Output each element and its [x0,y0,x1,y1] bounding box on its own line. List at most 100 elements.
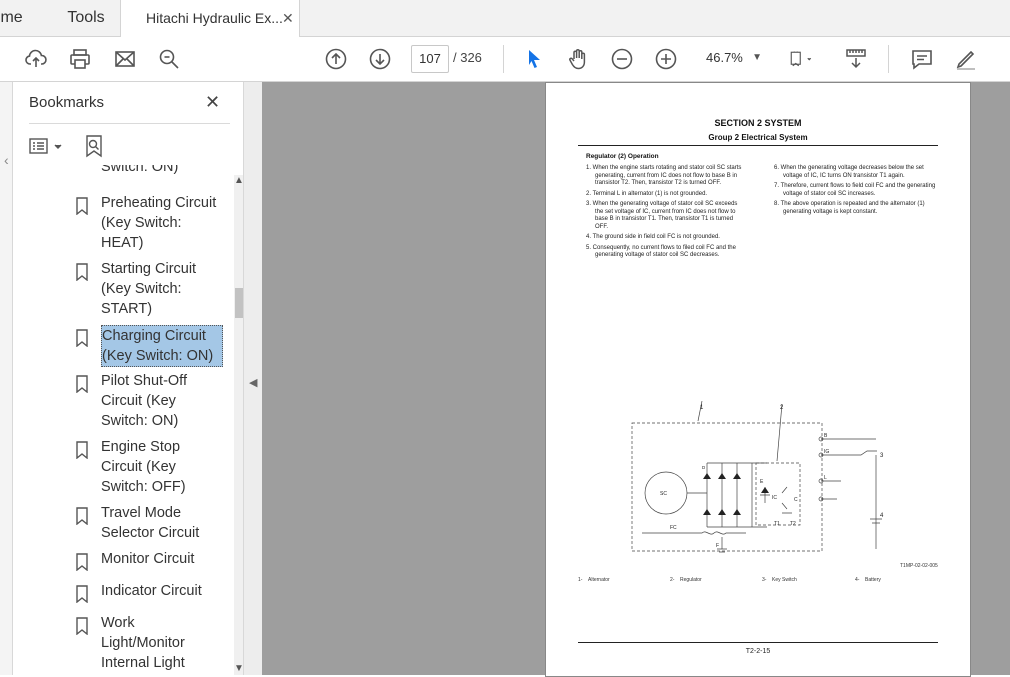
bookmark-label: Pilot Shut-Off Circuit (Key Switch: ON) [101,373,187,429]
label-l: L [824,475,827,481]
zoom-search-icon[interactable] [157,47,181,71]
bookmark-icon [76,617,88,635]
callout-1: 1 [700,405,704,411]
panel-collapse-strip[interactable]: ◀ [243,82,262,675]
toolbar-divider [888,45,889,73]
zoom-out-icon[interactable] [610,47,634,71]
bookmark-icon [76,263,88,281]
print-icon[interactable] [68,47,92,71]
bookmark-label: Starting Circuit (Key Switch: START) [101,261,197,317]
page-up-icon[interactable] [324,47,348,71]
legend-num: 2- [670,577,675,583]
main-toolbar: 107 / 326 46.7% ▼ [0,37,1010,82]
instruction-step: 6. When the generating voltage decreases… [774,165,924,179]
email-icon[interactable] [113,47,137,71]
chevron-down-icon: ▼ [752,52,762,63]
bookmark-icon [76,375,88,393]
tab-document[interactable]: Hitachi Hydraulic Ex... ✕ [120,0,300,37]
instruction-step: 2. Terminal L in alternator (1) is not g… [586,190,708,197]
select-cursor-icon[interactable] [522,47,546,71]
alternator-circuit-diagram: 1 2 3 4 SC FC B IG L IC T1 T2 E C F D [631,401,884,553]
label-ig: IG [824,449,829,455]
section-subtitle: Group 2 Electrical System [708,133,808,142]
label-t2: T2 [790,521,796,527]
toolbar-divider [503,45,504,73]
label-fc: FC [670,525,677,531]
section-title: SECTION 2 SYSTEM [714,118,802,128]
page-down-icon[interactable] [368,47,392,71]
label-f: F [716,543,719,549]
field-coil-fc [642,531,746,535]
label-sc: SC [660,491,667,497]
legend-item-2: 2- Regulator [670,577,702,583]
instruction-step: 3. When the generating voltage of stator… [586,201,738,230]
tab-home[interactable]: Home [0,0,50,36]
bookmarks-panel: Bookmarks ✕ Switch: ON) Preheating Circui… [13,82,244,675]
callout-4: 4 [880,513,884,519]
legend-num: 1- [578,577,583,583]
scroll-mode-icon[interactable] [844,47,868,71]
zoom-select[interactable]: 46.7% ▼ [698,45,766,71]
bookmark-icon [76,441,88,459]
bookmark-options-button[interactable] [29,136,65,156]
instruction-step: 5. Consequently, no current flows to fil… [586,244,736,259]
bookmark-label: Preheating Circuit (Key Switch: HEAT) [101,195,217,251]
page-total: / 326 [453,50,482,65]
page-number-input[interactable]: 107 [411,45,449,73]
legend-num: 4- [855,577,860,583]
footer-rule [578,642,938,643]
callout-3: 3 [880,453,884,459]
legend-text: Key Switch [772,577,797,583]
bookmark-icon [76,329,88,347]
page-fit-icon[interactable] [789,47,821,71]
find-bookmark-icon[interactable] [83,134,105,158]
comment-icon[interactable] [910,47,934,71]
left-rail: ‹ [0,82,13,675]
legend-text: Alternator [588,577,610,583]
instruction-step: 8. The above operation is repeated and t… [774,201,925,215]
header-rule [578,145,938,146]
alternator-outline [631,422,823,552]
tab-bar: Home Tools Hitachi Hydraulic Ex... ✕ [0,0,1010,37]
document-canvas[interactable]: SECTION 2 SYSTEM Group 2 Electrical Syst… [262,82,1010,677]
label-c: C [794,497,798,503]
sign-pen-icon[interactable] [954,47,978,71]
instruction-step: 1. When the engine starts rotating and s… [586,165,742,186]
left-steps-column: 1. When the engine starts rotating and s… [586,165,746,263]
right-steps-column: 6. When the generating voltage decreases… [774,165,938,219]
bookmark-icon [76,585,88,603]
legend-text: Battery [865,577,881,583]
bookmark-label: Indicator Circuit [101,583,202,599]
bookmark-label: Switch: ON) [101,165,179,175]
tab-document-title: Hitachi Hydraulic Ex... [146,10,283,26]
legend-item-3: 3- Key Switch [762,577,797,583]
close-tab-icon[interactable]: ✕ [282,0,294,36]
instruction-step: 7. Therefore, current flows to field coi… [774,183,936,197]
close-icon[interactable]: ✕ [205,92,220,113]
bookmark-list: Switch: ON) Preheating Circuit (Key Switc… [13,165,223,675]
label-ic: IC [772,495,777,501]
collapse-arrow-icon[interactable]: ◀ [249,376,257,389]
bookmark-label: Travel Mode Selector Circuit [101,505,200,541]
hand-tool-icon[interactable] [566,47,590,71]
cloud-upload-icon[interactable] [24,47,48,71]
regulator-outline [755,462,801,526]
label-b: B [824,433,828,439]
figure-id: T1MP-02-02-005 [900,563,938,569]
regulator-heading: Regulator (2) Operation [586,153,659,160]
callout-2: 2 [780,405,784,411]
legend-text: Regulator [680,577,702,583]
bookmarks-title: Bookmarks [29,94,105,111]
bookmark-icon [76,197,88,215]
panel-divider [29,123,230,124]
pdf-page: SECTION 2 SYSTEM Group 2 Electrical Syst… [545,82,971,677]
chevron-left-icon[interactable]: ‹ [4,152,9,168]
legend-num: 3- [762,577,767,583]
instruction-step: 4. The ground side in field coil FC is n… [586,234,720,240]
bookmark-icon [76,507,88,525]
zoom-in-icon[interactable] [654,47,678,71]
tab-tools[interactable]: Tools [55,0,117,36]
bookmark-label: Work Light/Monitor Internal Light [101,615,185,671]
bookmark-label: Charging Circuit (Key Switch: ON) [101,325,223,367]
zoom-value: 46.7% [706,50,743,65]
